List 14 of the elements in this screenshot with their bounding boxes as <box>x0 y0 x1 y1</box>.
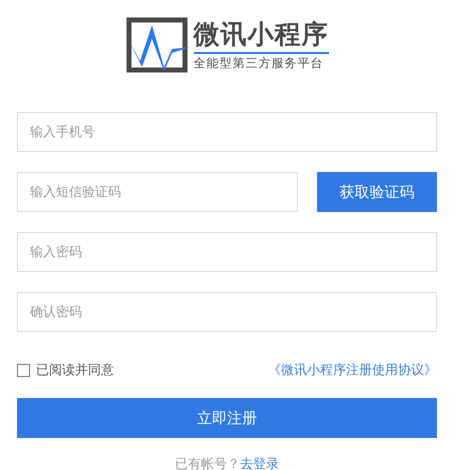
code-field[interactable]: 输入短信验证码 <box>17 172 298 212</box>
login-link[interactable]: 去登录 <box>240 457 279 470</box>
register-button[interactable]: 立即注册 <box>17 398 437 438</box>
phone-field[interactable]: 输入手机号 <box>17 112 437 152</box>
agree-checkbox[interactable] <box>17 364 30 376</box>
logo-icon <box>126 17 190 73</box>
password-field[interactable]: 确认密码 <box>17 292 437 332</box>
get-code-button[interactable]: 获取验证码 <box>317 172 437 212</box>
agree-label: 已阅读并同意 <box>36 362 114 379</box>
logo-subtitle: 全能型第三方服务平台 <box>194 54 324 70</box>
password-field[interactable]: 输入密码 <box>17 232 437 272</box>
has-account-text: 已有帐号？ <box>175 457 240 470</box>
terms-link[interactable]: 《微讯小程序注册使用协议》 <box>268 361 437 379</box>
logo-title: 微讯小程序 <box>194 20 328 54</box>
